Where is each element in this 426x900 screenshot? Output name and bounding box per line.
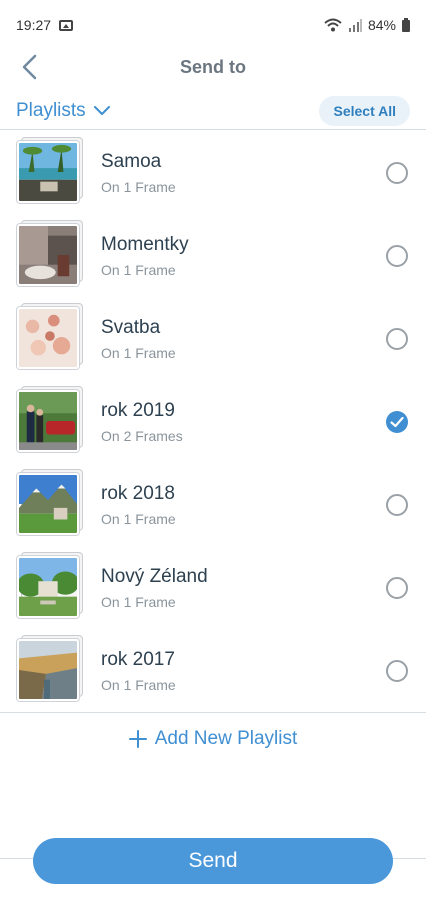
playlist-list: Samoa On 1 Frame Momentky On 1 Frame Sva… xyxy=(0,131,426,712)
playlist-radio[interactable] xyxy=(386,493,408,516)
playlists-dropdown[interactable]: Playlists xyxy=(16,100,110,122)
send-button[interactable]: Send xyxy=(33,838,393,884)
playlist-row-text: Momentky On 1 Frame xyxy=(101,234,386,278)
thumbnail-image xyxy=(17,140,79,203)
toolbar: Playlists Select All xyxy=(0,92,426,130)
playlist-subtitle: On 2 Frames xyxy=(101,427,183,444)
playlist-row-samoa[interactable]: Samoa On 1 Frame xyxy=(0,131,426,214)
plus-icon xyxy=(128,730,147,748)
playlist-row-momentky[interactable]: Momentky On 1 Frame xyxy=(0,214,426,297)
playlist-row-text: rok 2017 On 1 Frame xyxy=(101,649,386,693)
playlist-radio-checked[interactable] xyxy=(386,410,408,433)
add-new-playlist-label: Add New Playlist xyxy=(154,728,298,749)
checkmark-icon xyxy=(390,416,404,427)
playlist-thumbnail xyxy=(17,634,83,704)
playlist-radio[interactable] xyxy=(386,576,408,599)
playlist-thumbnail xyxy=(17,551,83,621)
playlist-subtitle: On 1 Frame xyxy=(101,510,176,527)
playlist-thumbnail xyxy=(17,385,83,455)
playlist-row-text: Nový Zéland On 1 Frame xyxy=(101,566,386,610)
back-button[interactable] xyxy=(14,52,44,82)
thumbnail-image xyxy=(17,223,79,286)
add-new-playlist-button[interactable]: Add New Playlist xyxy=(0,728,426,750)
status-time: 19:27 xyxy=(16,17,52,33)
playlist-row-novy-zeland[interactable]: Nový Zéland On 1 Frame xyxy=(0,546,426,629)
thumbnail-image xyxy=(17,306,79,369)
thumbnail-image xyxy=(17,389,79,452)
playlist-subtitle: On 1 Frame xyxy=(101,178,176,195)
chevron-down-icon xyxy=(93,105,110,115)
playlist-thumbnail xyxy=(17,136,83,206)
playlist-row-rok-2017[interactable]: rok 2017 On 1 Frame xyxy=(0,629,426,712)
playlist-row-text: Svatba On 1 Frame xyxy=(101,317,386,361)
playlist-row-rok-2019[interactable]: rok 2019 On 2 Frames xyxy=(0,380,426,463)
page-title: Send to xyxy=(180,56,246,77)
thumbnail-image xyxy=(17,638,79,701)
playlist-title: rok 2019 xyxy=(101,399,175,421)
playlist-title: Svatba xyxy=(101,316,161,338)
battery-icon xyxy=(402,18,410,32)
playlist-radio[interactable] xyxy=(386,327,408,350)
playlist-radio[interactable] xyxy=(386,659,408,682)
signal-icon xyxy=(348,19,362,32)
list-divider xyxy=(0,712,426,713)
playlist-row-text: rok 2019 On 2 Frames xyxy=(101,400,386,444)
playlist-thumbnail xyxy=(17,219,83,289)
thumbnail-image xyxy=(17,555,79,618)
battery-percent: 84% xyxy=(367,17,396,33)
status-left: 19:27 xyxy=(16,17,74,33)
playlist-subtitle: On 1 Frame xyxy=(101,344,176,361)
playlists-dropdown-label: Playlists xyxy=(16,99,86,121)
status-right: 84% xyxy=(324,17,410,33)
playlist-title: rok 2017 xyxy=(101,648,175,670)
chevron-left-icon xyxy=(22,54,37,80)
wifi-icon xyxy=(324,18,342,32)
select-all-button[interactable]: Select All xyxy=(319,95,410,126)
playlist-thumbnail xyxy=(17,468,83,538)
playlist-row-svatba[interactable]: Svatba On 1 Frame xyxy=(0,297,426,380)
playlist-subtitle: On 1 Frame xyxy=(101,676,176,693)
playlist-thumbnail xyxy=(17,302,83,372)
playlist-row-text: rok 2018 On 1 Frame xyxy=(101,483,386,527)
playlist-row-text: Samoa On 1 Frame xyxy=(101,151,386,195)
playlist-title: Samoa xyxy=(101,150,162,172)
playlist-title: rok 2018 xyxy=(101,482,175,504)
playlist-radio[interactable] xyxy=(386,161,408,184)
playlist-title: Nový Zéland xyxy=(101,565,208,587)
playlist-row-rok-2018[interactable]: rok 2018 On 1 Frame xyxy=(0,463,426,546)
playlist-subtitle: On 1 Frame xyxy=(101,593,176,610)
playlist-title: Momentky xyxy=(101,233,189,255)
header: Send to xyxy=(0,42,426,92)
playlist-subtitle: On 1 Frame xyxy=(101,261,176,278)
playlist-radio[interactable] xyxy=(386,244,408,267)
thumbnail-image xyxy=(17,472,79,535)
gallery-notification-icon xyxy=(59,19,74,31)
